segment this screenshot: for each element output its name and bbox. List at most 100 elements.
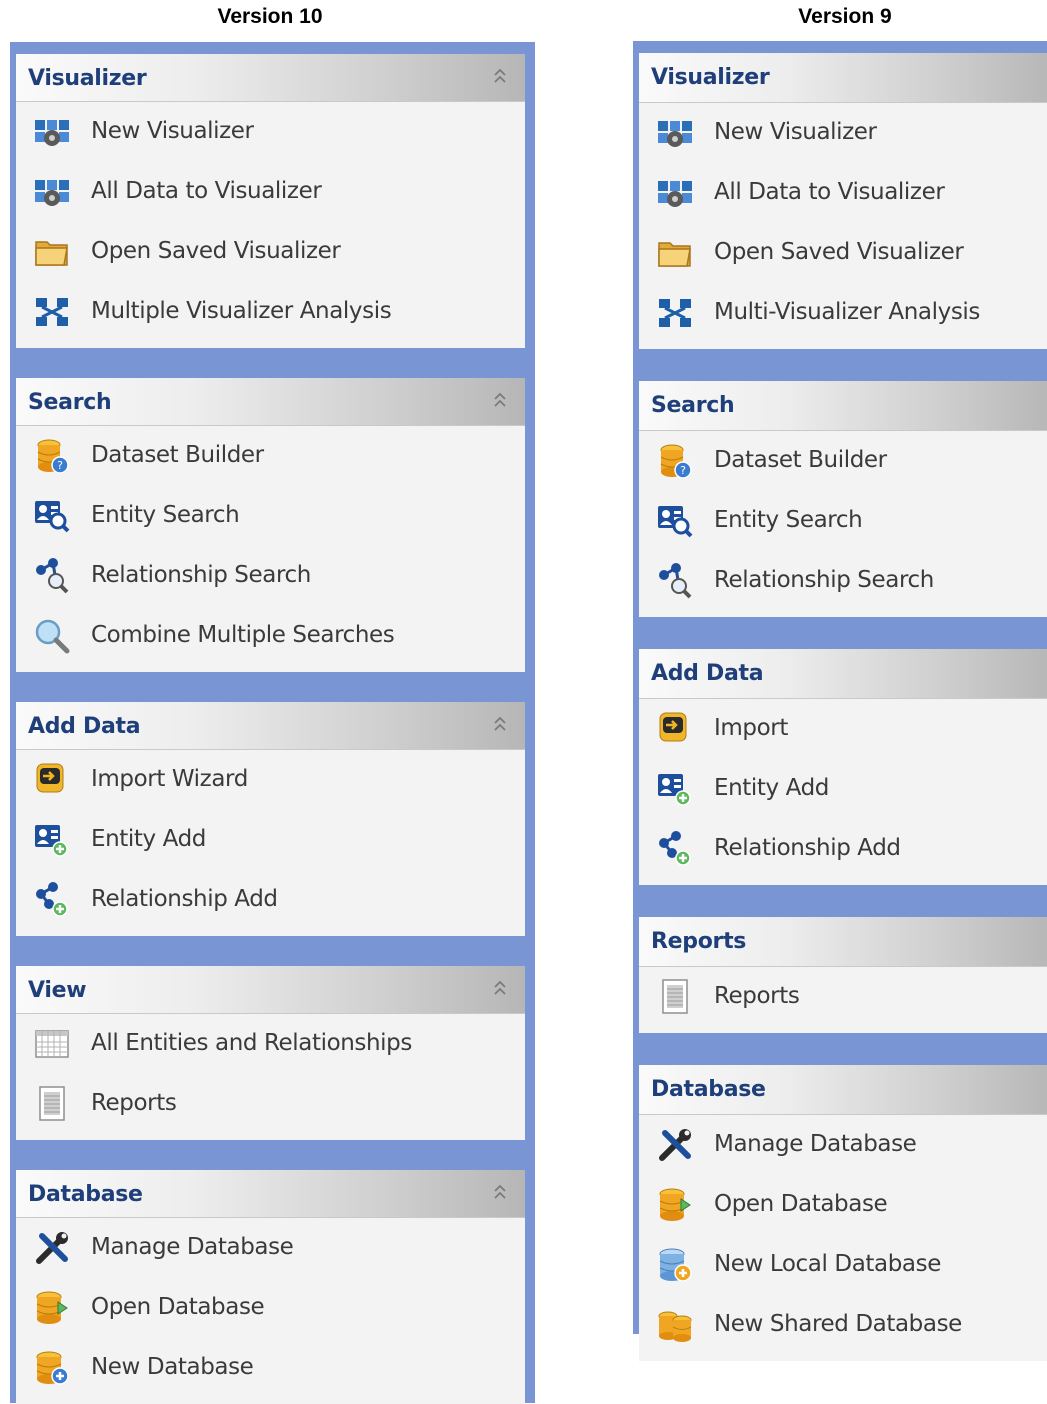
menu-item-new-local-database[interactable]: New Local Database [639, 1235, 1047, 1293]
menu-item-label: Import Wizard [91, 766, 248, 792]
menu-item-label: Dataset Builder [714, 447, 887, 473]
menu-item-label: Open Saved Visualizer [714, 239, 964, 265]
menu-item-relationship-add[interactable]: Relationship Add [639, 819, 1047, 877]
menu-item-label: New Database [91, 1354, 254, 1380]
group-header-visualizer[interactable]: Visualizer [16, 54, 525, 102]
visualizer-icon [657, 115, 693, 151]
menu-item-entity-search[interactable]: Entity Search [639, 491, 1047, 549]
menu-item-multi-visualizer-analysis[interactable]: Multi-Visualizer Analysis [639, 283, 1047, 341]
group-header-database[interactable]: Database [16, 1170, 525, 1218]
magnifier-icon [34, 618, 70, 654]
group-header-database[interactable]: Database [639, 1065, 1047, 1115]
menu-item-label: New Visualizer [714, 119, 877, 145]
group-title: Database [28, 1182, 143, 1207]
menu-item-new-shared-database[interactable]: New Shared Database [639, 1295, 1047, 1353]
menu-item-open-saved-visualizer[interactable]: Open Saved Visualizer [16, 222, 525, 280]
open-database-icon [34, 1290, 70, 1326]
entity-add-icon [657, 771, 693, 807]
menu-item-open-database[interactable]: Open Database [16, 1278, 525, 1336]
menu-item-import-wizard[interactable]: Import Wizard [16, 750, 525, 808]
title-version-9: Version 9 [798, 5, 892, 28]
menu-item-label: Import [714, 715, 788, 741]
tools-icon [657, 1127, 693, 1163]
group-title: Add Data [651, 661, 764, 686]
group-header-add-data[interactable]: Add Data [16, 702, 525, 750]
group-search: Search? Dataset Builder Entity Search Relat… [639, 381, 1047, 617]
menu-item-dataset-builder[interactable]: ? Dataset Builder [639, 431, 1047, 489]
relationship-add-icon [34, 882, 70, 918]
entity-search-icon [34, 498, 70, 534]
menu-item-label: Entity Search [714, 507, 863, 533]
group-header-add-data[interactable]: Add Data [639, 649, 1047, 699]
group-title: Visualizer [651, 65, 770, 90]
group-header-visualizer[interactable]: Visualizer [639, 53, 1047, 103]
menu-item-label: Entity Add [91, 826, 206, 852]
collapse-chevron-icon[interactable] [493, 977, 507, 1001]
group-add-data: Add Data Import Wizard Entity Add Relations… [16, 702, 525, 936]
multi-visualizer-icon [657, 295, 693, 331]
group-add-data: Add Data Import Entity Add Relationship Add [639, 649, 1047, 885]
menu-item-all-entities-and-relationships[interactable]: All Entities and Relationships [16, 1014, 525, 1072]
menu-item-reports[interactable]: Reports [639, 967, 1047, 1025]
group-search: Search? Dataset Builder Entity Search Relat… [16, 378, 525, 672]
menu-item-label: All Entities and Relationships [91, 1030, 412, 1056]
menu-item-label: Entity Add [714, 775, 829, 801]
group-header-search[interactable]: Search [16, 378, 525, 426]
menu-item-label: Open Database [91, 1294, 265, 1320]
menu-item-relationship-add[interactable]: Relationship Add [16, 870, 525, 928]
menu-item-new-visualizer[interactable]: New Visualizer [16, 102, 525, 160]
group-view: View All Entities and Relationships Report… [16, 966, 525, 1140]
menu-item-open-saved-visualizer[interactable]: Open Saved Visualizer [639, 223, 1047, 281]
visualizer-icon [34, 114, 70, 150]
group-title: Search [28, 390, 112, 415]
menu-item-entity-add[interactable]: Entity Add [16, 810, 525, 868]
menu-item-open-database[interactable]: Open Database [639, 1175, 1047, 1233]
group-database: Database Manage Database Open Database New … [16, 1170, 525, 1404]
menu-item-manage-database[interactable]: Manage Database [639, 1115, 1047, 1173]
menu-item-entity-search[interactable]: Entity Search [16, 486, 525, 544]
menu-item-relationship-search[interactable]: Relationship Search [16, 546, 525, 604]
relationship-search-icon [34, 558, 70, 594]
folder-icon [657, 235, 693, 271]
menu-item-label: Open Saved Visualizer [91, 238, 341, 264]
menu-item-all-data-to-visualizer[interactable]: All Data to Visualizer [16, 162, 525, 220]
report-icon [657, 979, 693, 1015]
menu-item-new-database[interactable]: New Database [16, 1338, 525, 1396]
menu-item-label: Relationship Add [91, 886, 278, 912]
collapse-chevron-icon[interactable] [493, 65, 507, 89]
menu-item-multiple-visualizer-analysis[interactable]: Multiple Visualizer Analysis [16, 282, 525, 340]
collapse-chevron-icon[interactable] [493, 1181, 507, 1205]
menu-item-import[interactable]: Import [639, 699, 1047, 757]
menu-item-label: Entity Search [91, 502, 240, 528]
menu-item-relationship-search[interactable]: Relationship Search [639, 551, 1047, 609]
collapse-chevron-icon[interactable] [493, 713, 507, 737]
title-version-10: Version 10 [217, 5, 323, 28]
new-shared-database-icon [657, 1307, 693, 1343]
tools-icon [34, 1230, 70, 1266]
menu-item-combine-multiple-searches[interactable]: Combine Multiple Searches [16, 606, 525, 664]
relationship-search-icon [657, 563, 693, 599]
menu-item-label: New Visualizer [91, 118, 254, 144]
group-reports: Reports Reports [639, 917, 1047, 1033]
dataset-builder-icon: ? [657, 443, 693, 479]
open-database-icon [657, 1187, 693, 1223]
group-title: Database [651, 1077, 766, 1102]
menu-item-manage-database[interactable]: Manage Database [16, 1218, 525, 1276]
menu-item-label: Multiple Visualizer Analysis [91, 298, 392, 324]
menu-item-entity-add[interactable]: Entity Add [639, 759, 1047, 817]
menu-item-label: Dataset Builder [91, 442, 264, 468]
import-icon [657, 711, 693, 747]
group-header-search[interactable]: Search [639, 381, 1047, 431]
menu-item-dataset-builder[interactable]: ? Dataset Builder [16, 426, 525, 484]
menu-item-label: Multi-Visualizer Analysis [714, 299, 980, 325]
group-title: Visualizer [28, 66, 147, 91]
group-header-reports[interactable]: Reports [639, 917, 1047, 967]
menu-item-all-data-to-visualizer[interactable]: All Data to Visualizer [639, 163, 1047, 221]
menu-item-reports[interactable]: Reports [16, 1074, 525, 1132]
collapse-chevron-icon[interactable] [493, 389, 507, 413]
visualizer-icon [34, 174, 70, 210]
group-header-view[interactable]: View [16, 966, 525, 1014]
menu-item-new-visualizer[interactable]: New Visualizer [639, 103, 1047, 161]
menu-item-label: Combine Multiple Searches [91, 622, 395, 648]
dataset-builder-icon: ? [34, 438, 70, 474]
